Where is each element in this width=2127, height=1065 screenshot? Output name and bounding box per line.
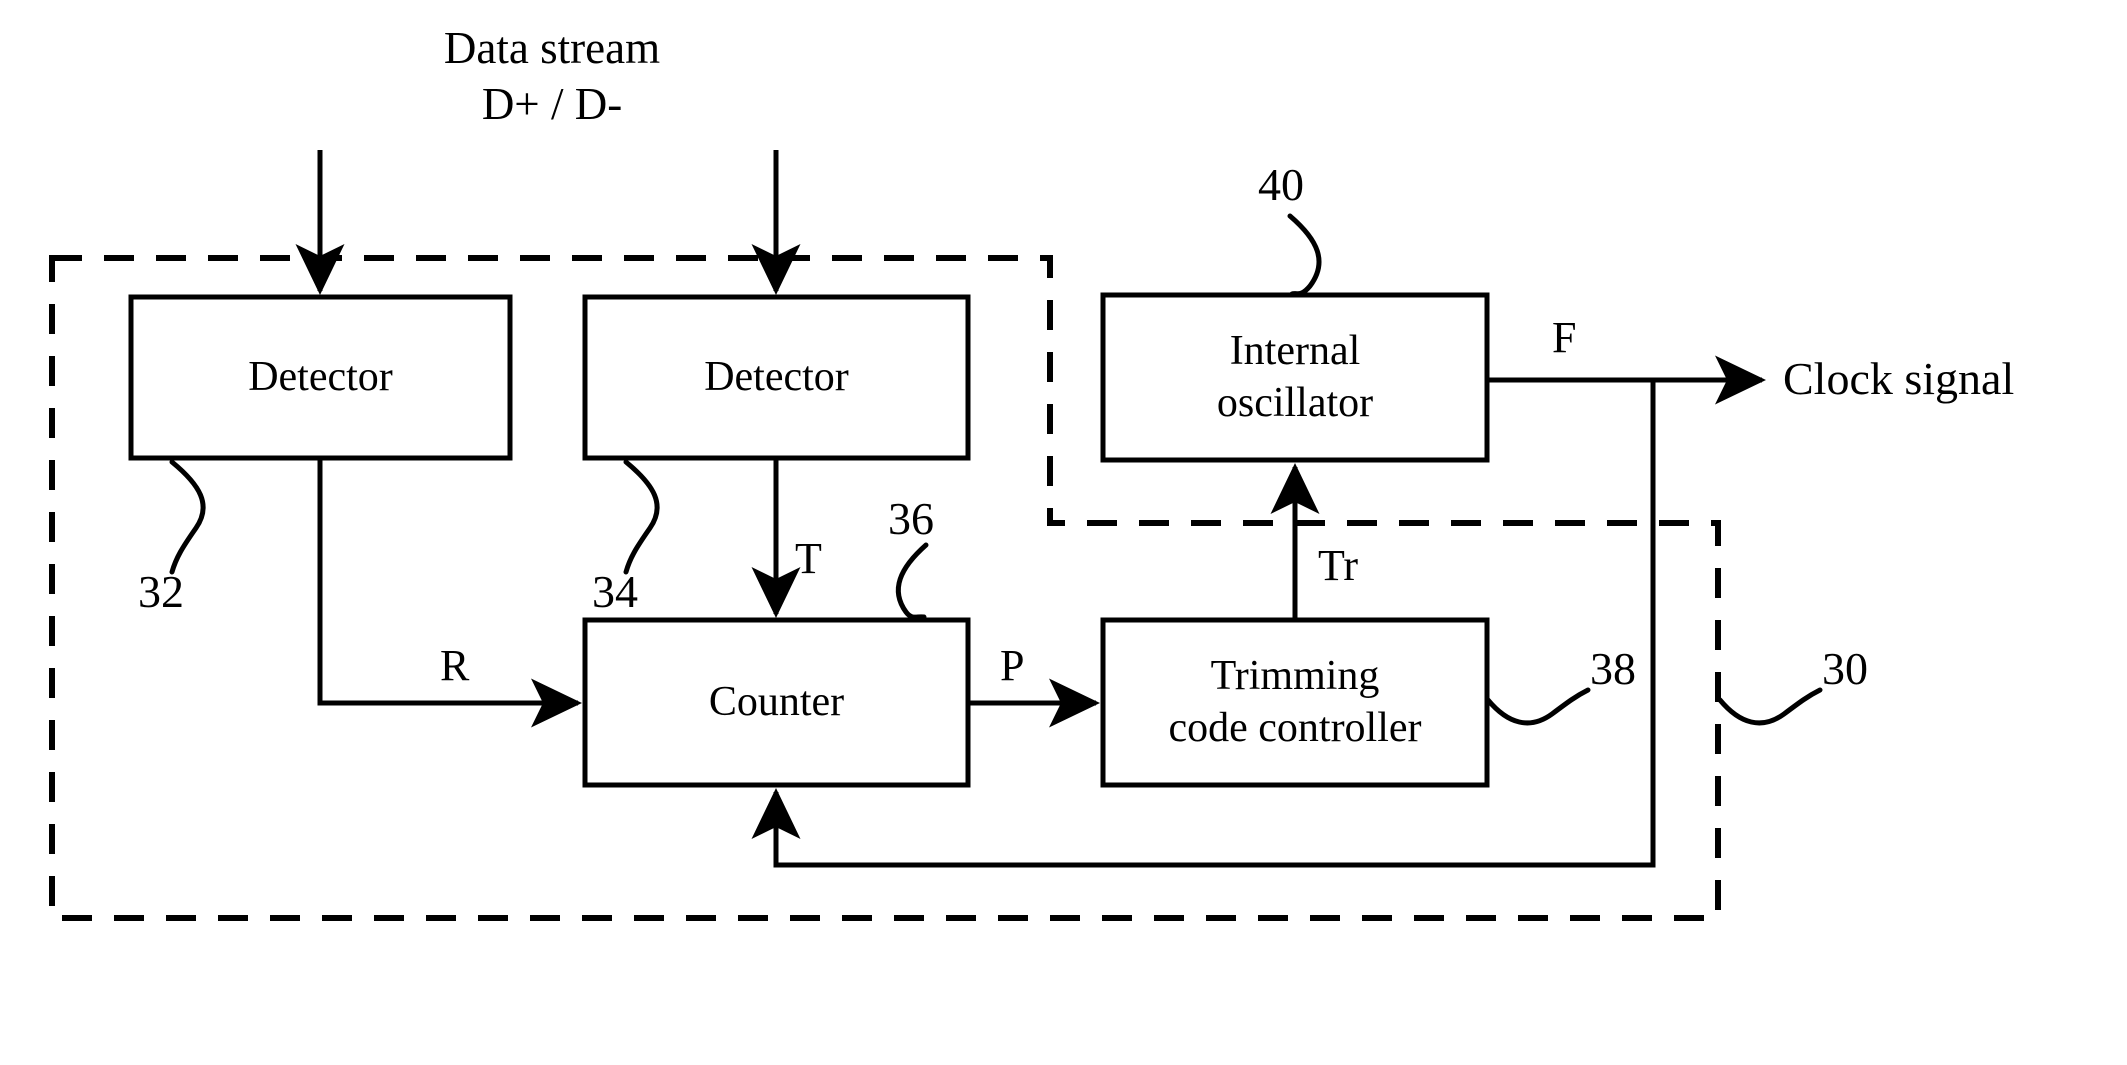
detector2-label: Detector	[704, 353, 849, 400]
reference-numeral-38: 38	[1590, 643, 1636, 694]
signal-label-t: T	[795, 534, 822, 583]
leader-curve-34	[623, 459, 660, 575]
leader-curve-40	[1287, 213, 1322, 297]
input-label-line2: D+ / D-	[481, 79, 623, 129]
signal-label-p: P	[1000, 641, 1025, 690]
reference-numeral-36: 36	[888, 493, 934, 544]
signal-label-r: R	[440, 641, 470, 690]
oscillator-label: Internal oscillator	[1216, 328, 1374, 426]
leader-curve-30	[1717, 687, 1823, 726]
leader-curve-38	[1485, 687, 1591, 726]
reference-numeral-40: 40	[1258, 159, 1304, 210]
input-label-line1: Data stream	[443, 23, 661, 73]
reference-numeral-34: 34	[592, 566, 638, 617]
clock-signal-output-label: Clock signal	[1783, 353, 2015, 404]
leader-curve-32	[169, 459, 206, 575]
trimming-label: Trimming code controller	[1168, 653, 1422, 751]
reference-numeral-32: 32	[138, 566, 184, 617]
figure-canvas: Data stream D+ / D- Detector Detector Co…	[0, 0, 2127, 1065]
counter-label: Counter	[708, 678, 845, 725]
leader-curve-36	[895, 542, 929, 620]
signal-label-tr: Tr	[1318, 541, 1358, 590]
diagram-vector-layer	[49, 150, 1823, 921]
reference-numeral-30: 30	[1822, 643, 1868, 694]
detector1-label: Detector	[248, 353, 393, 400]
signal-label-f: F	[1552, 313, 1577, 362]
